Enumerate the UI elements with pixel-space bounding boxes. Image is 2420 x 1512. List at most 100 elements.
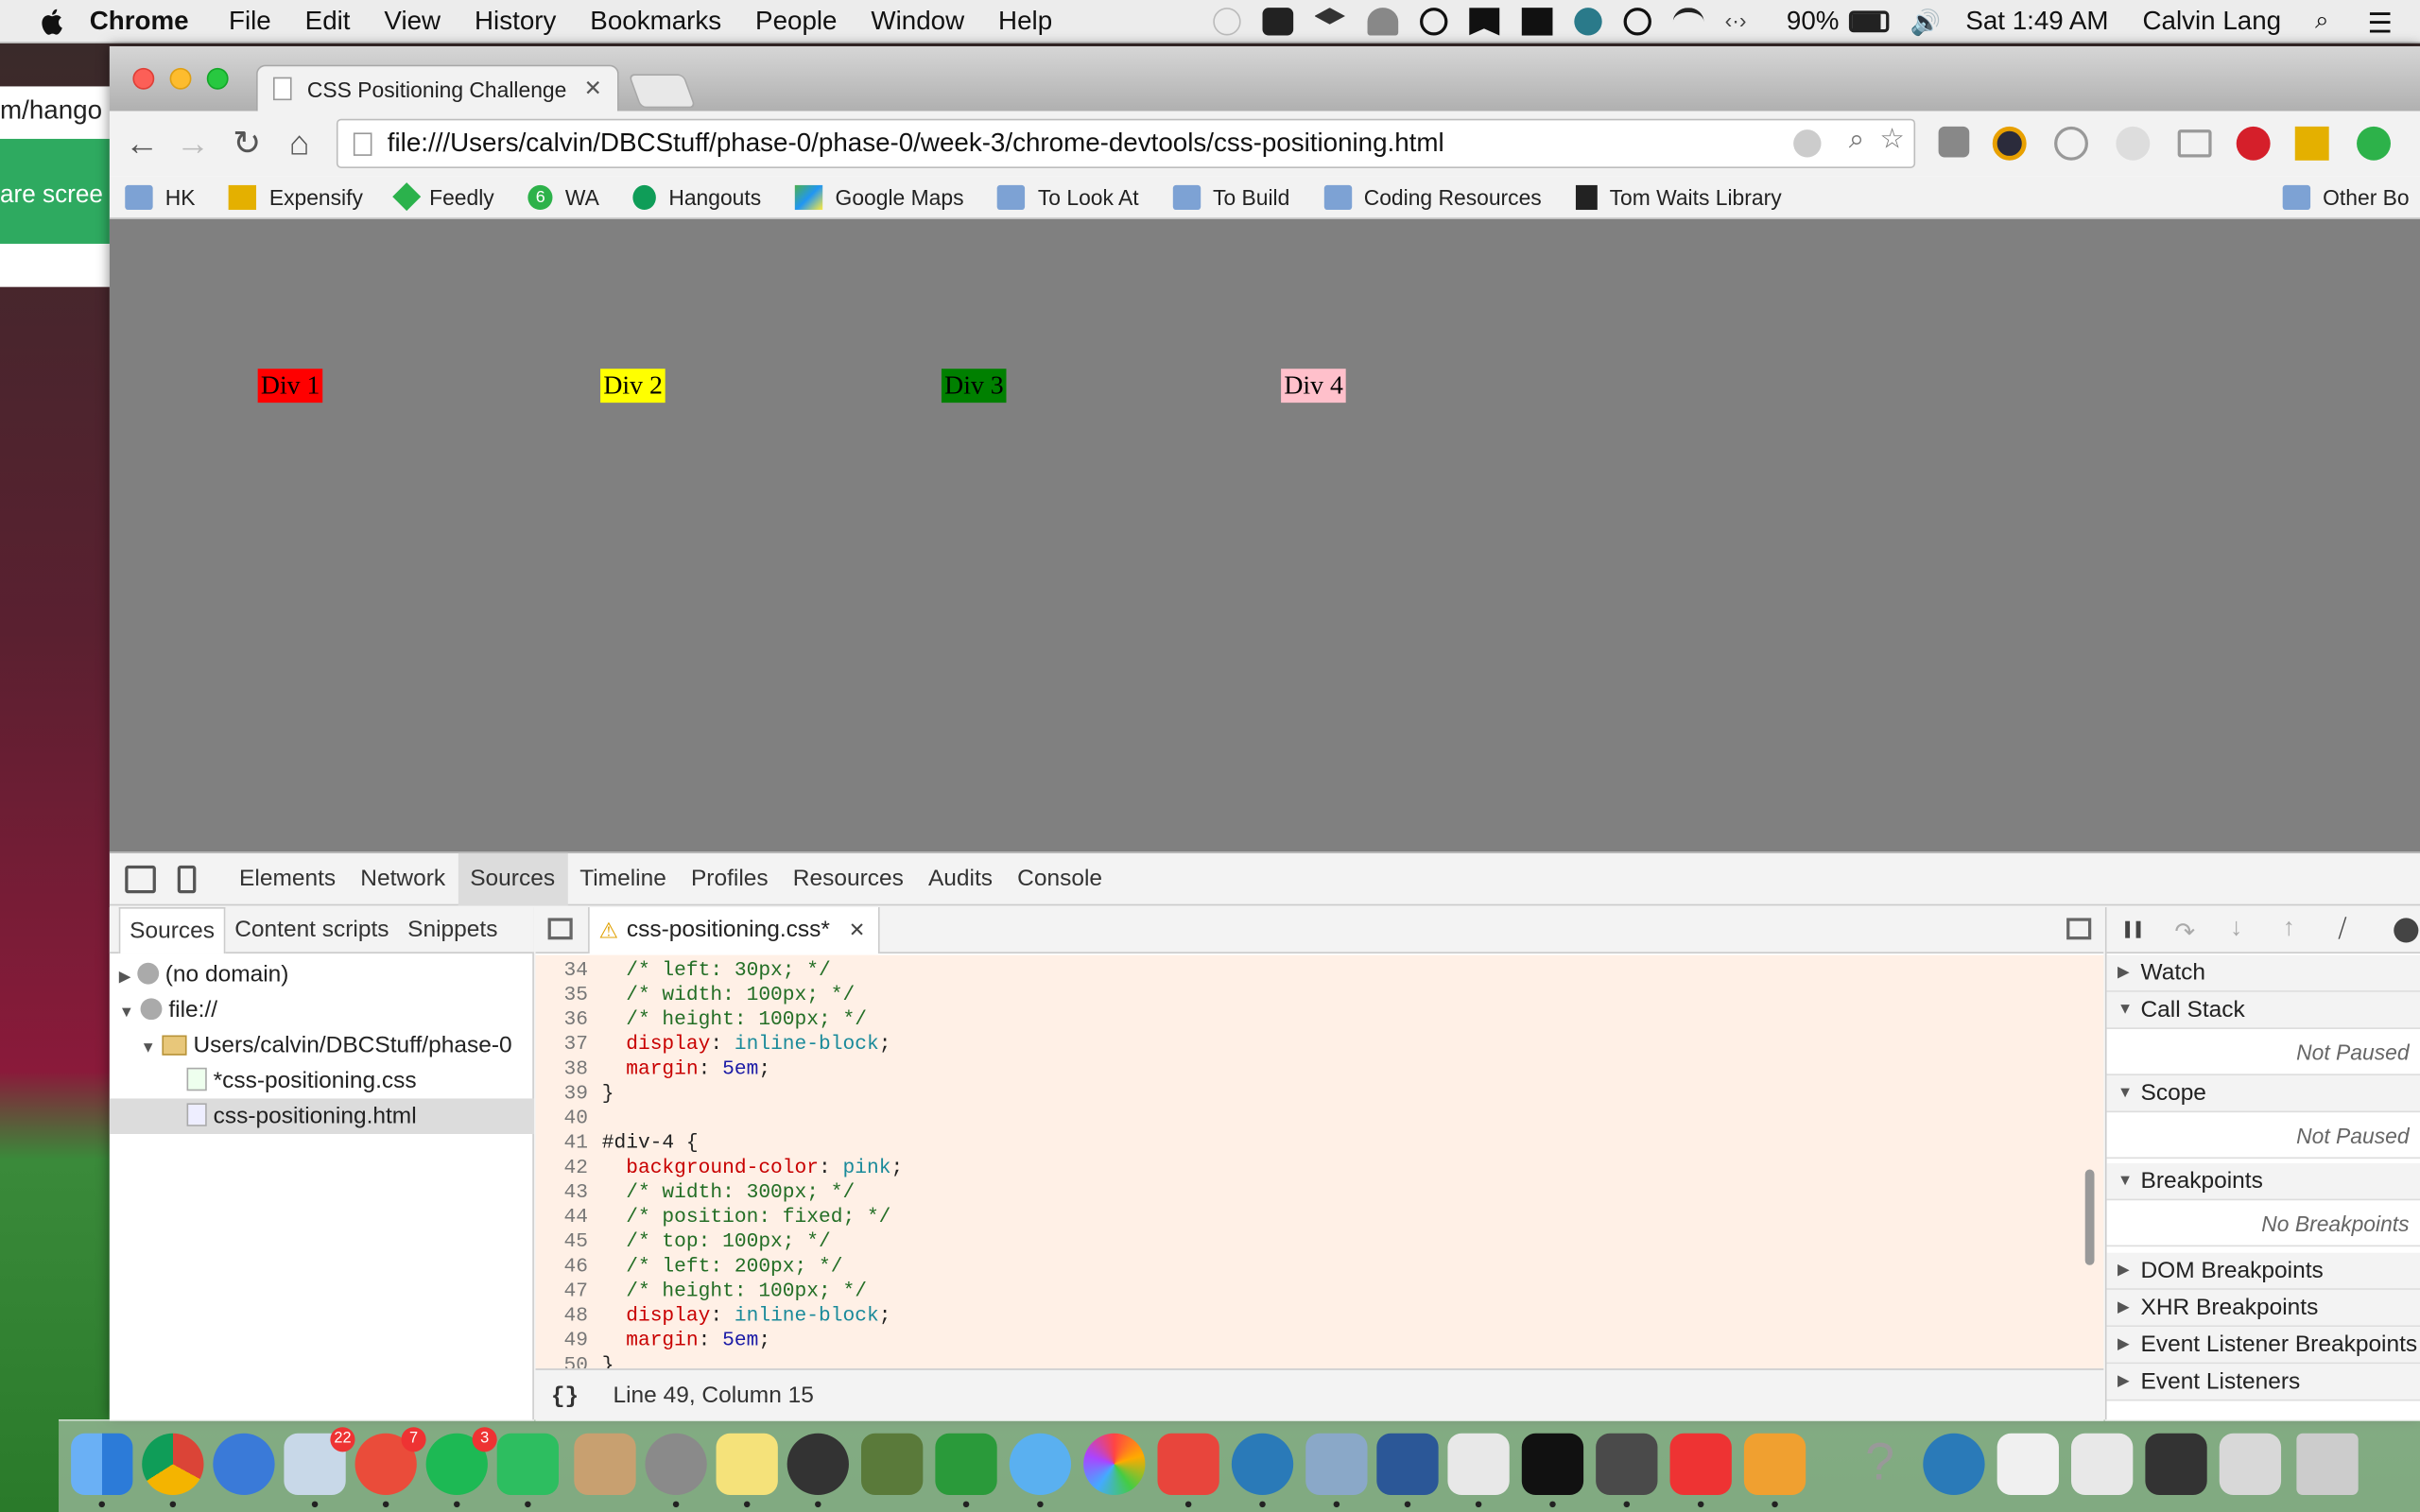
evernote-extension-icon[interactable] [1938, 126, 1970, 158]
code-line[interactable]: /* left: 200px; */ [602, 1254, 842, 1277]
script-editor-icon[interactable] [861, 1433, 924, 1496]
section-dom-breakpoints[interactable]: ▶ DOM Breakpoints [2106, 1252, 2420, 1290]
spotlight-search-icon[interactable]: ⌕ [2315, 8, 2346, 35]
back-arrow-icon[interactable]: ← [124, 124, 161, 162]
code-line[interactable]: /* height: 100px; */ [602, 1279, 867, 1301]
menu-window[interactable]: Window [871, 6, 964, 37]
coffee-extension-icon[interactable] [1793, 129, 1822, 158]
tab-resources[interactable]: Resources [781, 852, 916, 905]
sublime-text-icon[interactable] [1596, 1433, 1658, 1508]
spotify-icon[interactable]: 3 [425, 1427, 497, 1508]
bookmark-hk[interactable]: HK [125, 184, 195, 210]
pinterest-extension-icon[interactable] [2236, 126, 2271, 161]
code-line[interactable]: } [602, 1081, 614, 1104]
menubar-clock[interactable]: Sat 1:49 AM [1965, 7, 2108, 38]
word-icon[interactable] [1376, 1433, 1439, 1508]
excel-icon[interactable] [935, 1433, 997, 1508]
toggle-debugger-icon[interactable] [2066, 918, 2092, 940]
apple-icon[interactable] [37, 6, 68, 37]
tab-sources[interactable]: Sources [458, 852, 568, 905]
bookmark-coding-resources[interactable]: Coding Resources [1323, 184, 1542, 210]
messages-icon[interactable] [1009, 1433, 1072, 1508]
network-app-icon[interactable] [213, 1433, 275, 1496]
menu-help[interactable]: Help [998, 6, 1052, 37]
code-line[interactable]: background-color: pink; [602, 1156, 903, 1178]
volume-icon[interactable]: 🔊 [1910, 8, 1945, 37]
pause-on-exceptions-icon[interactable] [2394, 918, 2419, 943]
cast-icon[interactable] [2177, 129, 2212, 158]
document-stack-icon[interactable] [1996, 1433, 2059, 1496]
reload-icon[interactable]: ↻ [229, 124, 266, 162]
code-line[interactable]: display: inline-block; [602, 1304, 890, 1327]
bookmark-expensify[interactable]: Expensify [229, 184, 363, 210]
textexpander-dock-icon[interactable] [1231, 1433, 1294, 1508]
sublime-merge-icon[interactable] [786, 1433, 849, 1508]
section-scope[interactable]: ▼ Scope [2106, 1074, 2420, 1113]
tab-profiles[interactable]: Profiles [679, 852, 781, 905]
tree-expand-icon[interactable]: ▶ [119, 969, 131, 986]
code-line[interactable]: /* top: 100px; */ [602, 1229, 831, 1252]
onepassword-extension-icon[interactable] [2054, 126, 2088, 161]
deactivate-breakpoints-icon[interactable]: ⧸ [2338, 917, 2346, 944]
wunderlist-icon[interactable]: 7 [354, 1427, 426, 1508]
spreadsheet-window-icon[interactable] [2071, 1433, 2134, 1496]
reddit-extension-icon[interactable] [2116, 126, 2151, 161]
bookmark-hangouts[interactable]: Hangouts [632, 184, 761, 210]
chrome-window-icon[interactable] [2219, 1433, 2282, 1496]
section-xhr-breakpoints[interactable]: ▶ XHR Breakpoints [2106, 1289, 2420, 1328]
bookmark-tom-waits-library[interactable]: Tom Waits Library [1575, 184, 1782, 210]
bookmark-google-maps[interactable]: Google Maps [795, 184, 964, 210]
terminal-icon[interactable] [1521, 1433, 1584, 1508]
chrome-icon[interactable] [142, 1433, 204, 1508]
minimize-window-button[interactable] [169, 67, 192, 90]
editor-scrollbar[interactable] [2084, 1169, 2095, 1265]
editor-tab-css[interactable]: ⚠ css-positioning.css* ✕ [588, 906, 880, 954]
tree-item-file-scheme[interactable]: ▼ file:// [110, 992, 534, 1028]
toggle-navigator-icon[interactable] [547, 918, 573, 940]
code-line[interactable]: display: inline-block; [602, 1032, 890, 1055]
textexpander-icon[interactable] [1573, 8, 1601, 36]
navigator-tab-content-scripts[interactable]: Content scripts [225, 906, 398, 953]
pretty-print-icon[interactable]: {} [551, 1383, 579, 1410]
step-out-icon[interactable]: ↑ [2283, 915, 2295, 942]
pen-tool-icon[interactable] [1622, 8, 1651, 36]
bookmark-other-bookmarks[interactable]: Other Bo [2282, 184, 2410, 210]
tree-collapse-icon[interactable]: ▼ [119, 1005, 134, 1022]
contacts-icon[interactable] [574, 1433, 636, 1496]
code-line[interactable]: /* left: 30px; */ [602, 958, 831, 981]
forward-arrow-icon[interactable]: → [174, 124, 211, 162]
onepassword-icon[interactable] [1419, 8, 1447, 36]
code-line[interactable]: /* height: 100px; */ [602, 1007, 867, 1030]
notification-bell-icon[interactable] [1366, 8, 1398, 36]
bookmark-to-build[interactable]: To Build [1172, 184, 1289, 210]
photos-icon[interactable] [1083, 1433, 1146, 1496]
pushbullet-extension-icon[interactable] [2357, 126, 2391, 161]
menu-people[interactable]: People [755, 6, 837, 37]
menu-file[interactable]: File [229, 6, 271, 37]
bookmark-wa[interactable]: 6 WA [527, 184, 599, 210]
navigator-tab-snippets[interactable]: Snippets [398, 906, 507, 953]
bookmark-menubar-icon[interactable] [1468, 8, 1500, 36]
terminal-window-icon[interactable] [2145, 1433, 2207, 1496]
menu-app-name[interactable]: Chrome [90, 6, 189, 37]
code-area[interactable]: 34 /* left: 30px; */ 35 /* width: 100px; … [535, 954, 2104, 1369]
menu-bookmarks[interactable]: Bookmarks [590, 6, 721, 37]
tree-collapse-icon[interactable]: ▼ [141, 1040, 156, 1057]
editor-tab-close-icon[interactable]: ✕ [849, 918, 866, 940]
dash-app-icon[interactable] [1669, 1433, 1732, 1508]
section-event-listener-breakpoints[interactable]: ▶ Event Listener Breakpoints [2106, 1327, 2420, 1365]
code-line[interactable]: margin: 5em; [602, 1329, 770, 1351]
section-watch[interactable]: ▶ Watch [2106, 954, 2420, 992]
help-question-icon[interactable]: ? [1849, 1434, 1910, 1495]
keynote-icon[interactable] [1743, 1433, 1806, 1508]
finder-icon[interactable] [71, 1433, 133, 1508]
bookmark-star-icon[interactable]: ☆ [1879, 124, 1904, 156]
code-line[interactable]: /* width: 300px; */ [602, 1180, 855, 1203]
evernote-icon[interactable] [1261, 8, 1293, 36]
zoom-window-button[interactable] [206, 67, 229, 90]
tab-network[interactable]: Network [348, 852, 458, 905]
tab-audits[interactable]: Audits [916, 852, 1005, 905]
dash-icon[interactable] [1212, 8, 1240, 36]
stickies-icon[interactable] [716, 1433, 778, 1508]
slack-icon[interactable] [1447, 1433, 1510, 1508]
